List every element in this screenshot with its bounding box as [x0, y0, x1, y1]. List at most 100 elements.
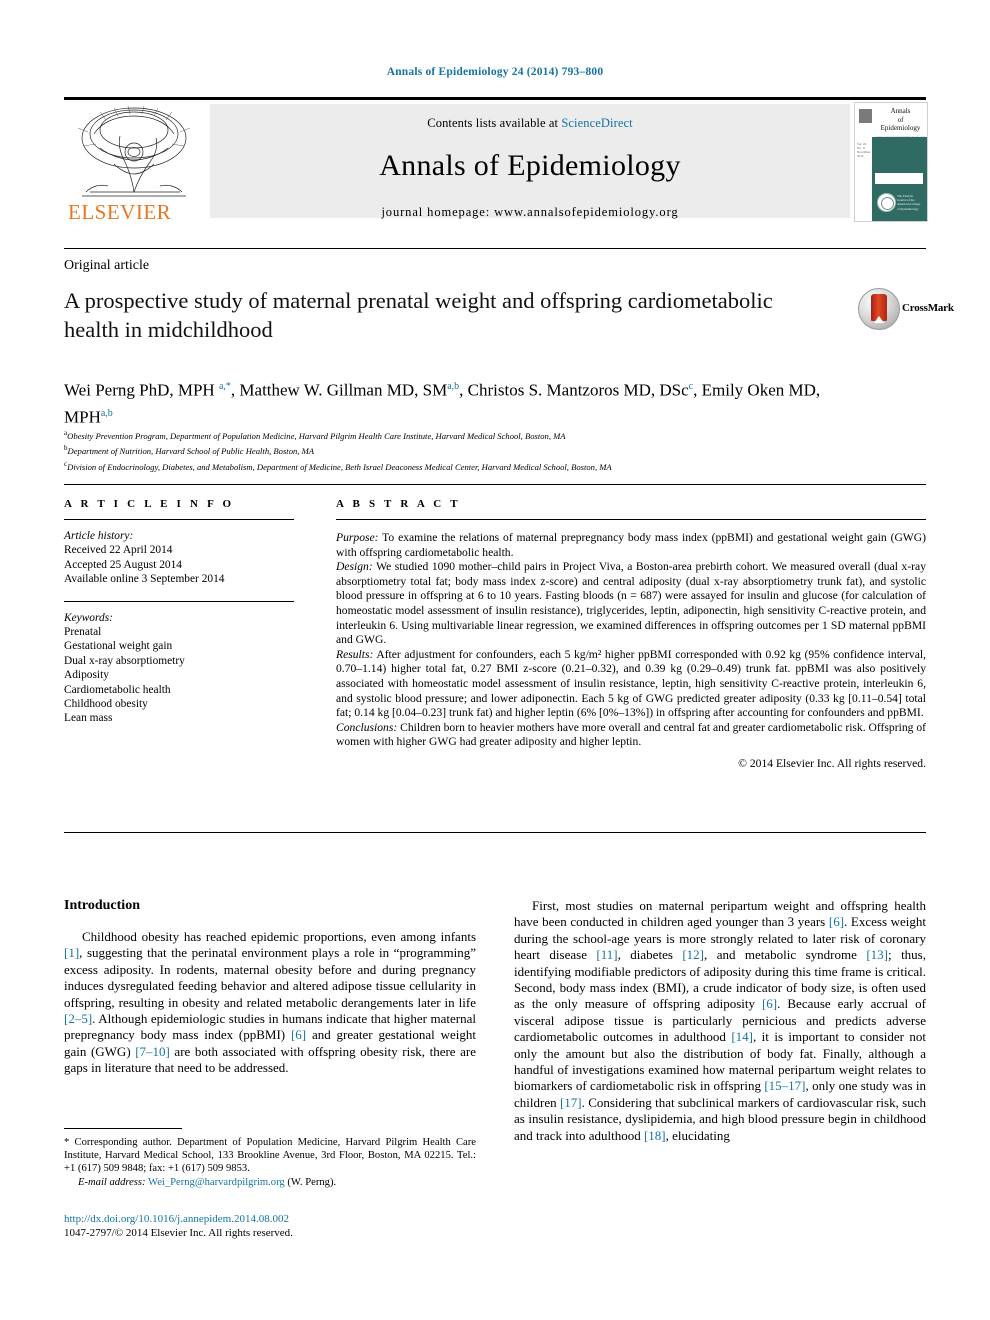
corresponding-author-note: * Corresponding author. Department of Po… — [64, 1137, 476, 1175]
cover-body: Vol. 24 No. 11 November 2014 The Elsevie… — [855, 137, 927, 221]
info-block-top-rule — [64, 484, 926, 485]
keyword-item: Lean mass — [64, 712, 113, 725]
keyword-item: Adiposity — [64, 669, 109, 682]
keyword-item: Prenatal — [64, 626, 102, 639]
article-info-heading: A R T I C L E I N F O — [64, 498, 235, 510]
abstract-label-design: Design: — [336, 560, 373, 574]
citation-link[interactable]: [1] — [64, 945, 79, 960]
elsevier-wordmark: ELSEVIER — [68, 200, 172, 224]
cover-society-seal-icon — [877, 193, 896, 212]
abstract-label-conclusions: Conclusions: — [336, 720, 398, 734]
crossmark-arrow-icon — [874, 316, 884, 323]
keywords-list: Keywords: Prenatal Gestational weight ga… — [64, 611, 294, 726]
citation-link[interactable]: [13] — [866, 947, 888, 962]
affiliation-list: aObesity Prevention Program, Department … — [64, 427, 926, 473]
abstract-heading: A B S T R A C T — [336, 498, 461, 510]
affiliation-text-c: Division of Endocrinology, Diabetes, and… — [67, 461, 612, 472]
abstract-section-design: Design: We studied 1090 mother–child pai… — [336, 560, 926, 648]
author-list: Wei Perng PhD, MPH a,*, Matthew W. Gillm… — [64, 380, 821, 427]
history-online: Available online 3 September 2014 — [64, 573, 225, 586]
cover-title-line3: Epidemiology — [880, 124, 921, 132]
sciencedirect-link[interactable]: ScienceDirect — [561, 116, 632, 130]
abstract-section-purpose: Purpose: To examine the relations of mat… — [336, 531, 926, 560]
keywords-label: Keywords: — [64, 611, 113, 624]
abstract-copyright: © 2014 Elsevier Inc. All rights reserved… — [738, 756, 926, 770]
article-history-label: Article history: — [64, 530, 134, 542]
history-accepted: Accepted 25 August 2014 — [64, 558, 182, 571]
citation-link[interactable]: [15–17] — [764, 1078, 805, 1093]
email-suffix: (W. Perng). — [284, 1176, 337, 1188]
journal-cover-thumbnail[interactable]: Annals of Epidemiology www.annalsofepide… — [854, 102, 928, 222]
cover-seal-inner-ring — [881, 197, 894, 210]
article-history: Article history: Received 22 April 2014 … — [64, 529, 294, 587]
affiliation-text-b: Department of Nutrition, Harvard School … — [67, 446, 315, 457]
abstract-section-results: Results: After adjustment for confounder… — [336, 648, 926, 721]
contents-prefix: Contents lists available at — [427, 116, 562, 130]
affiliation-a: aObesity Prevention Program, Department … — [64, 427, 926, 442]
info-block-bottom-rule — [64, 832, 926, 833]
paragraph-text: Childhood obesity has reached epidemic p… — [82, 929, 476, 944]
abstract-text-purpose: To examine the relations of maternal pre… — [336, 531, 926, 559]
elsevier-logo: ELSEVIER — [64, 104, 204, 224]
abstract-section-conclusions: Conclusions: Children born to heavier mo… — [336, 721, 926, 750]
keywords-rule — [64, 600, 294, 602]
intro-paragraph-left: Childhood obesity has reached epidemic p… — [64, 929, 476, 1077]
abstract-text-design: We studied 1090 mother–child pairs in Pr… — [336, 560, 926, 647]
affiliation-text-a: Obesity Prevention Program, Department o… — [67, 430, 566, 441]
affiliation-c: cDivision of Endocrinology, Diabetes, an… — [64, 458, 926, 473]
cover-society-text: The Elsevier Journal of the American Col… — [897, 194, 921, 211]
article-head-rule — [64, 248, 926, 249]
email-label: E-mail address: — [78, 1176, 146, 1188]
citation-link[interactable]: [2–5] — [64, 1011, 92, 1026]
article-type: Original article — [64, 258, 150, 273]
citation-link[interactable]: [18] — [644, 1128, 666, 1143]
citation-link[interactable]: [12] — [682, 947, 704, 962]
abstract-body: Purpose: To examine the relations of mat… — [336, 531, 926, 772]
citation-link[interactable]: [17] — [560, 1095, 582, 1110]
journal-article-page: Annals of Epidemiology 24 (2014) 793–800 — [0, 0, 990, 1320]
crossmark-badge[interactable]: CrossMark — [858, 288, 954, 330]
citation-link[interactable]: [11] — [596, 947, 617, 962]
citation-link[interactable]: [7–10] — [135, 1044, 170, 1059]
page-title: A prospective study of maternal prenatal… — [64, 288, 773, 342]
abstract-label-purpose: Purpose: — [336, 531, 379, 544]
keyword-item: Gestational weight gain — [64, 640, 173, 653]
cover-header: Annals of Epidemiology www.annalsofepide… — [855, 103, 927, 141]
elsevier-tree-icon — [70, 104, 198, 202]
running-head: Annals of Epidemiology 24 (2014) 793–800 — [386, 66, 604, 78]
email-line: E-mail address: Wei_Perng@harvardpilgrim… — [64, 1176, 476, 1189]
journal-name: Annals of Epidemiology — [379, 149, 681, 182]
cover-sidebar: Vol. 24 No. 11 November 2014 — [855, 137, 872, 221]
cover-title: Annals of Epidemiology www.annalsofepide… — [876, 107, 925, 141]
footnote-block: * Corresponding author. Department of Po… — [64, 1136, 476, 1189]
paragraph-text: , and metabolic syndrome — [704, 947, 867, 963]
intro-paragraph-right: First, most studies on maternal peripart… — [514, 898, 926, 1144]
body-column-right: First, most studies on maternal peripart… — [514, 898, 926, 1144]
citation-link[interactable]: [6] — [291, 1027, 306, 1042]
cover-volume-text: Vol. 24 No. 11 November 2014 — [857, 142, 871, 158]
email-link[interactable]: Wei_Perng@harvardpilgrim.org — [148, 1177, 285, 1188]
keyword-item: Childhood obesity — [64, 698, 148, 711]
cover-title-line2: of — [897, 115, 904, 124]
abstract-text-conclusions: Children born to heavier mothers have mo… — [336, 720, 926, 749]
journal-homepage[interactable]: journal homepage: www.annalsofepidemiolo… — [210, 205, 850, 220]
banner-top-rule — [64, 97, 926, 100]
citation-link[interactable]: [6] — [829, 914, 844, 929]
paragraph-text: , diabetes — [617, 947, 683, 963]
abstract-text-results: After adjustment for confounders, each 5… — [336, 647, 926, 720]
section-heading-introduction: Introduction — [64, 898, 140, 913]
banner-center: Contents lists available at ScienceDirec… — [210, 104, 850, 220]
footnote-rule — [64, 1128, 182, 1129]
citation-link[interactable]: [6] — [762, 996, 777, 1011]
cover-publisher-mark-icon — [859, 109, 872, 123]
history-received: Received 22 April 2014 — [64, 544, 173, 557]
article-info-column: A R T I C L E I N F O Article history: R… — [64, 498, 294, 726]
crossmark-circle-icon — [858, 288, 900, 330]
citation-link[interactable]: [14] — [731, 1029, 753, 1044]
doi-link[interactable]: http://dx.doi.org/10.1016/j.annepidem.20… — [64, 1212, 476, 1226]
article-info-rule — [64, 519, 294, 520]
keyword-item: Cardiometabolic health — [64, 683, 171, 696]
cover-white-strip — [875, 173, 923, 184]
abstract-rule — [336, 519, 926, 520]
paragraph-text: , elucidating — [665, 1127, 730, 1143]
